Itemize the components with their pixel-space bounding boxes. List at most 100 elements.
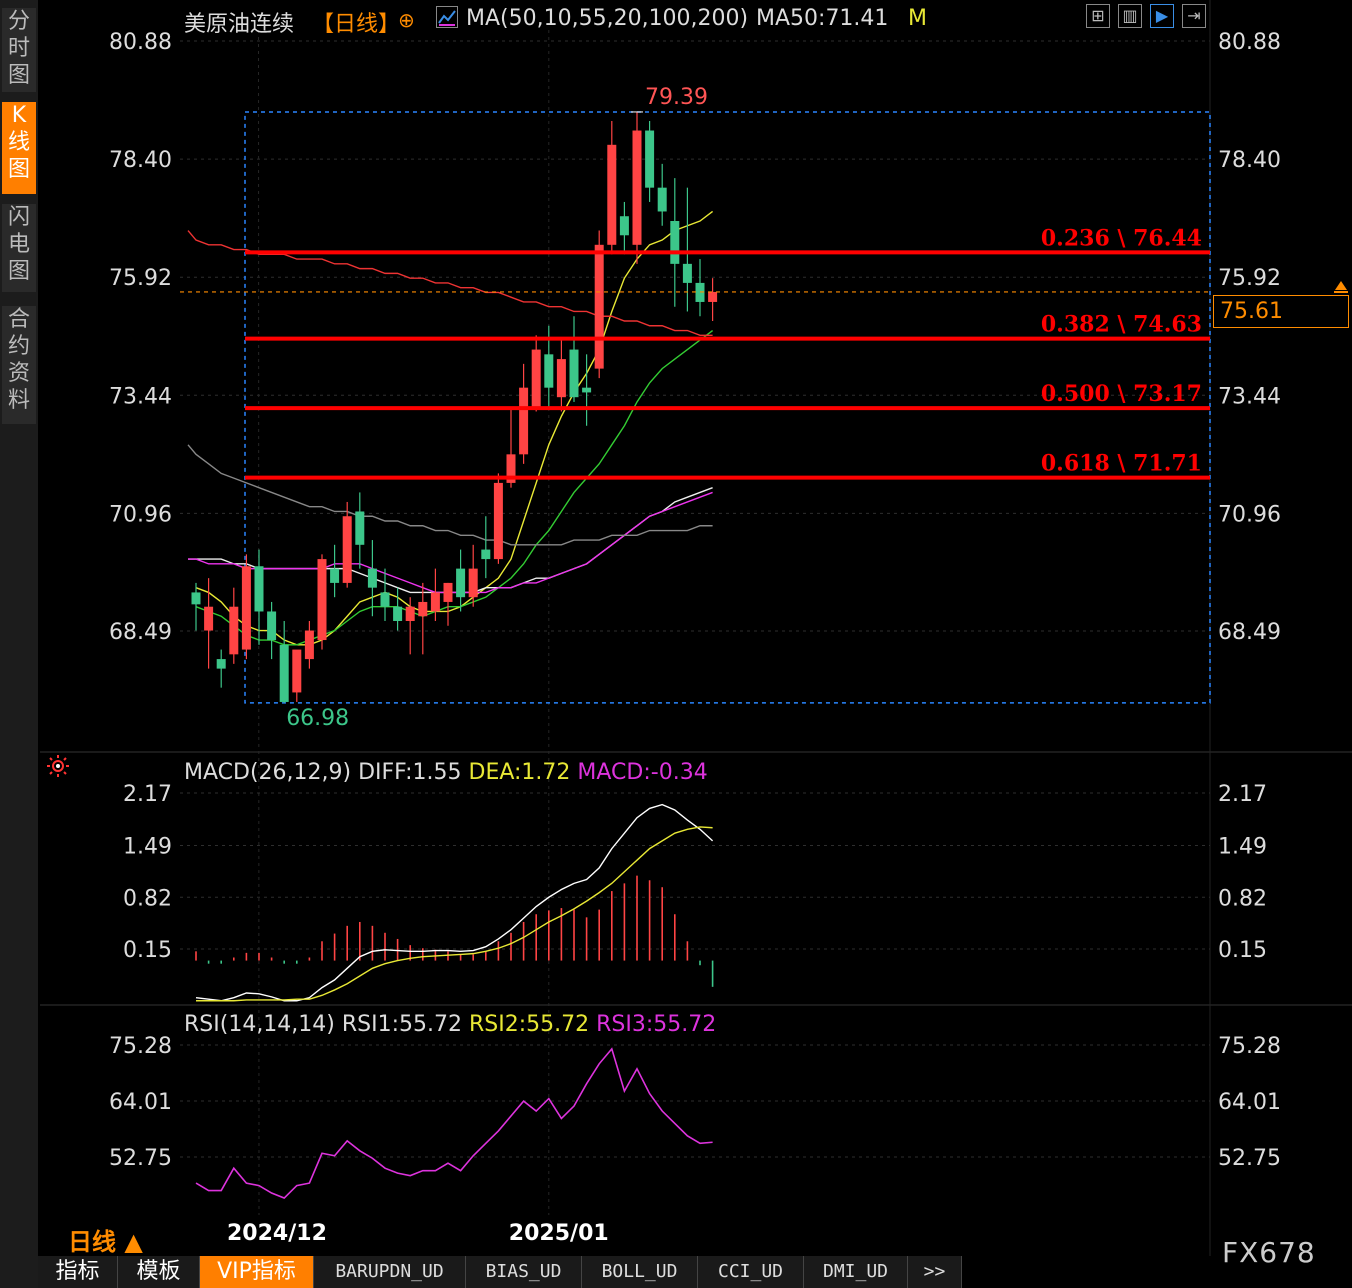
current-price-box: 75.61 — [1213, 295, 1349, 328]
price-tick-left: 73.44 — [109, 384, 172, 409]
candle-body — [216, 659, 226, 669]
price-tick-left: 80.88 — [109, 30, 172, 55]
tab-more[interactable]: >> — [908, 1256, 962, 1288]
price-tick-right: 70.96 — [1218, 502, 1281, 527]
price-tick-left: 75.92 — [109, 266, 172, 291]
ma-m-label: M — [908, 6, 927, 31]
ma-line-gray — [187, 444, 713, 546]
expand-icon[interactable]: ⇥ — [1182, 4, 1206, 28]
macd-diff-line — [195, 803, 714, 1002]
price-tick-right: 78.40 — [1218, 148, 1281, 173]
candle-body — [456, 568, 466, 598]
fib-level-label: 0.500 \ 73.17 — [1041, 381, 1202, 407]
candle-body — [241, 566, 251, 650]
rsi-legend: RSI(14,14,14) RSI1:55.72 RSI2:55.72 RSI3… — [184, 1012, 716, 1037]
macd-tick-right: 0.82 — [1218, 886, 1267, 911]
rsi-tick-right: 64.01 — [1218, 1090, 1281, 1115]
instrument-title: 美原油连续 — [184, 12, 295, 37]
price-tick-right: 80.88 — [1218, 30, 1281, 55]
period-selector[interactable]: 日线 ▲ — [68, 1222, 143, 1257]
tab-boll-ud[interactable]: BOLL_UD — [582, 1256, 698, 1288]
macd-tick-left: 1.49 — [123, 835, 172, 860]
candle-body — [443, 582, 453, 602]
macd-tick-left: 0.15 — [123, 938, 172, 963]
macd-tick-right: 0.15 — [1218, 938, 1267, 963]
candle-body — [670, 221, 680, 264]
candle-body — [191, 592, 201, 605]
macd-tick-left: 0.82 — [123, 886, 172, 911]
candle-body — [607, 144, 617, 245]
candle-body — [292, 649, 302, 693]
candle-body — [304, 630, 314, 660]
candle-body — [468, 568, 478, 598]
candle-body — [267, 611, 277, 641]
candle-body — [682, 263, 692, 283]
tab-template[interactable]: 模板 — [118, 1256, 200, 1288]
candle-body — [418, 601, 428, 617]
ma-line-magenta — [188, 491, 713, 594]
candle-body — [657, 187, 667, 212]
candle-body — [204, 606, 214, 631]
period-tag[interactable]: 【日线】 — [312, 6, 400, 38]
candle-body — [380, 592, 390, 607]
fib-level-label: 0.382 \ 74.63 — [1041, 312, 1202, 338]
crosshair-target-icon[interactable]: ⊕ — [398, 8, 415, 32]
bar-chart-icon[interactable]: ▥ — [1118, 4, 1142, 28]
tab-dmi-ud[interactable]: DMI_UD — [804, 1256, 908, 1288]
fib-level-label: 0.236 \ 76.44 — [1041, 225, 1202, 251]
tab-cci-ud[interactable]: CCI_UD — [698, 1256, 804, 1288]
watermark-logo: FX678 — [1222, 1236, 1316, 1269]
price-tick-right: 73.44 — [1218, 384, 1281, 409]
candle-body — [393, 606, 403, 621]
tab-vip-indicator[interactable]: VIP指标 — [200, 1256, 314, 1288]
candle-body — [582, 387, 592, 393]
candle-body — [708, 291, 718, 302]
ma-line-red — [187, 230, 713, 336]
ma-line-yellow — [195, 210, 714, 646]
grid-icon[interactable]: ⊞ — [1086, 4, 1110, 28]
candle-body — [544, 354, 554, 388]
rsi-tick-right: 75.28 — [1218, 1034, 1281, 1059]
play-icon[interactable]: ▶ — [1150, 4, 1174, 28]
ma50-value: MA50:71.41 — [756, 6, 889, 31]
candle-body — [569, 349, 579, 398]
candle-body — [481, 549, 491, 560]
alert-bell-icon[interactable] — [1332, 280, 1350, 294]
low-price-label: 66.98 — [286, 706, 349, 731]
price-tick-right: 68.49 — [1218, 620, 1281, 645]
price-tick-left: 68.49 — [109, 620, 172, 645]
tab-barupdn-ud[interactable]: BARUPDN_UD — [314, 1256, 466, 1288]
macd-tick-left: 2.17 — [123, 782, 172, 807]
ma-params: MA(50,10,55,20,100,200) — [466, 6, 749, 31]
date-tick: 2024/12 — [227, 1221, 327, 1246]
candle-body — [330, 568, 340, 583]
candle-body — [430, 592, 440, 612]
candle-body — [594, 244, 604, 369]
candle-body — [645, 130, 655, 188]
candle-body — [254, 566, 264, 612]
candle-body — [493, 482, 503, 560]
chart-canvas[interactable]: 80.88 80.88 78.40 78.40 75.92 75.92 73.44 73.44… — [0, 0, 1352, 1288]
date-tick: 2025/01 — [509, 1221, 609, 1246]
candle-body — [367, 568, 377, 588]
indicator-chart-icon[interactable] — [436, 6, 458, 28]
ma-line-green — [195, 329, 714, 646]
tab-indicator[interactable]: 指标 — [38, 1256, 118, 1288]
macd-tick-right: 2.17 — [1218, 782, 1267, 807]
candle-body — [317, 559, 327, 641]
rsi-tick-left: 75.28 — [109, 1034, 172, 1059]
tab-bias-ud[interactable]: BIAS_UD — [466, 1256, 582, 1288]
rsi-tick-left: 64.01 — [109, 1090, 172, 1115]
macd-tick-right: 1.49 — [1218, 835, 1267, 860]
candle-body — [405, 606, 415, 621]
indicator-settings-icon[interactable] — [46, 754, 70, 778]
candle-body — [632, 130, 642, 245]
macd-dea-line — [196, 826, 713, 1002]
macd-legend: MACD(26,12,9) DIFF:1.55 DEA:1.72 MACD:-0… — [184, 760, 708, 785]
price-tick-left: 78.40 — [109, 148, 172, 173]
indicator-tab-bar: 指标 模板 VIP指标 BARUPDN_UD BIAS_UD BOLL_UD C… — [38, 1256, 962, 1288]
candle-body — [342, 516, 352, 583]
candle-body — [355, 511, 365, 545]
ma-line-white — [188, 487, 713, 594]
price-tick-left: 70.96 — [109, 502, 172, 527]
